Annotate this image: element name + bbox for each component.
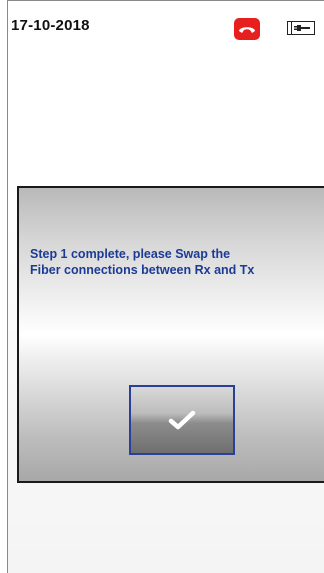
- dialog-message-line-2: Fiber connections between Rx and Tx: [30, 263, 255, 277]
- dialog-message-line-1: Step 1 complete, please Swap the: [30, 247, 231, 261]
- status-date: 17-10-2018: [11, 17, 90, 34]
- phone-hangup-icon[interactable]: [234, 18, 260, 40]
- status-bar: 17-10-2018: [8, 1, 324, 45]
- checkmark-icon: [168, 410, 196, 430]
- device-screen: 17-10-2018 Step 1 complete, please Swap …: [7, 0, 324, 573]
- confirm-button[interactable]: [129, 385, 235, 455]
- swap-fiber-dialog: Step 1 complete, please Swap the Fiber c…: [17, 186, 324, 483]
- dialog-message: Step 1 complete, please Swap the Fiber c…: [30, 246, 320, 278]
- battery-plug-icon: [287, 21, 315, 35]
